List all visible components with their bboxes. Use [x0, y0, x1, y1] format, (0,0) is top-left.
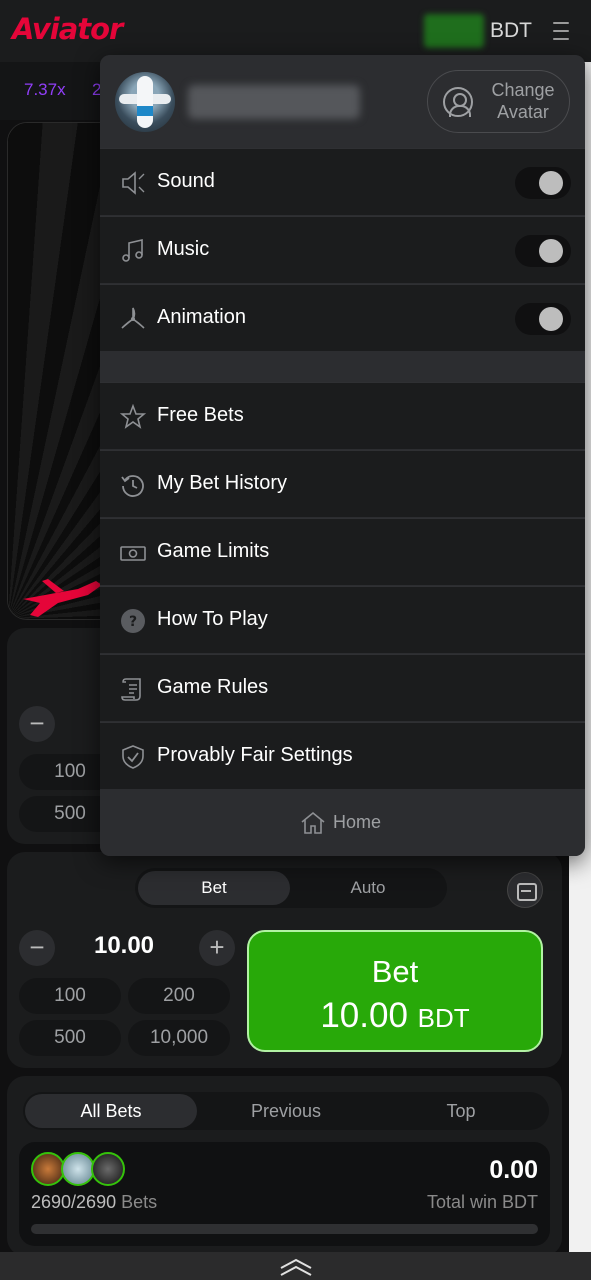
top-bar: Aviator BDT: [0, 0, 591, 62]
player-avatars: [31, 1152, 131, 1186]
bet-panel-2: Bet Auto − 10.00 + 100 200 500 10,000 Be…: [7, 852, 562, 1068]
bet-amount-value[interactable]: 10.00: [59, 932, 189, 960]
decrease-button[interactable]: −: [19, 706, 55, 742]
total-win-label: Total win BDT: [426, 1192, 538, 1212]
history-icon: [121, 475, 144, 497]
user-icon: [443, 87, 473, 117]
avatar: [31, 1152, 65, 1186]
plane-icon: [23, 579, 102, 617]
music-note-icon: [122, 238, 143, 262]
username-blurred: [188, 85, 360, 119]
quick-amount-button[interactable]: 10,000: [128, 1020, 230, 1056]
menu-item-how-to-play[interactable]: ? How To Play: [100, 586, 585, 653]
bet-button[interactable]: Bet 10.00 BDT: [247, 930, 543, 1052]
bottom-bar: [0, 1252, 591, 1280]
currency-label: BDT: [490, 19, 532, 42]
sound-toggle[interactable]: [515, 167, 571, 199]
change-avatar-button[interactable]: Change Avatar: [427, 70, 570, 133]
tab-auto[interactable]: Auto: [292, 871, 444, 905]
bets-list: All Bets Previous Top 2690/2690 Bets 0.0…: [7, 1076, 562, 1256]
increase-button[interactable]: +: [199, 930, 235, 966]
quick-amount-button[interactable]: 500: [19, 1020, 121, 1056]
avatar: [61, 1152, 95, 1186]
chevron-up-icon[interactable]: [279, 1258, 313, 1276]
avatar: [91, 1152, 125, 1186]
menu-row-animation[interactable]: Animation: [100, 284, 585, 351]
propeller-icon: [121, 307, 145, 329]
star-icon: [120, 404, 146, 429]
settings-menu: Change Avatar Sound Music Animation Free …: [100, 55, 585, 856]
menu-label: Game Limits: [157, 540, 270, 562]
tab-previous[interactable]: Previous: [200, 1094, 372, 1128]
tab-all-bets[interactable]: All Bets: [25, 1094, 197, 1128]
avatar: [115, 72, 175, 132]
change-avatar-label: Change Avatar: [491, 80, 555, 122]
quick-amount-button[interactable]: 200: [128, 978, 230, 1014]
decrease-button[interactable]: −: [19, 930, 55, 966]
speaker-icon: [122, 171, 145, 195]
home-icon: [301, 811, 325, 834]
menu-separator: [100, 352, 585, 382]
menu-item-bet-history[interactable]: My Bet History: [100, 450, 585, 517]
bet-button-label: Bet: [371, 954, 419, 989]
shield-check-icon: [122, 745, 144, 769]
menu-label: Animation: [157, 306, 246, 328]
tab-bet[interactable]: Bet: [138, 871, 290, 905]
menu-row-music[interactable]: Music: [100, 216, 585, 283]
menu-item-game-rules[interactable]: Game Rules: [100, 654, 585, 721]
menu-label: My Bet History: [157, 472, 288, 494]
svg-text:?: ?: [129, 614, 137, 630]
menu-row-sound[interactable]: Sound: [100, 148, 585, 215]
bet-button-amount: 10.00 BDT: [320, 996, 470, 1035]
bets-count: 2690/2690 Bets: [31, 1192, 158, 1212]
menu-header: Change Avatar: [100, 55, 585, 148]
menu-item-provably-fair[interactable]: Provably Fair Settings: [100, 722, 585, 789]
menu-label: Provably Fair Settings: [157, 744, 353, 766]
menu-label: Music: [157, 238, 210, 260]
bets-summary: 2690/2690 Bets 0.00 Total win BDT: [19, 1142, 550, 1246]
bet-stepper-2: − 10.00 +: [19, 928, 235, 968]
bets-tabs: All Bets Previous Top: [23, 1092, 549, 1130]
total-win-value: 0.00: [489, 1156, 538, 1184]
menu-label: Game Rules: [157, 676, 269, 698]
menu-label: Sound: [157, 170, 215, 192]
home-button[interactable]: Home: [100, 790, 585, 856]
money-icon: [120, 546, 146, 561]
tab-top[interactable]: Top: [375, 1094, 547, 1128]
quick-amount-button[interactable]: 100: [19, 978, 121, 1014]
history-chip[interactable]: 7.37x: [24, 80, 66, 100]
menu-item-game-limits[interactable]: Game Limits: [100, 518, 585, 585]
menu-label: Free Bets: [157, 404, 244, 426]
home-label: Home: [333, 812, 382, 832]
music-toggle[interactable]: [515, 235, 571, 267]
hamburger-menu-icon[interactable]: [548, 20, 574, 42]
scroll-icon: [121, 678, 141, 701]
bets-progress-bar: [31, 1224, 538, 1234]
remove-panel-icon[interactable]: [507, 872, 543, 908]
animation-toggle[interactable]: [515, 303, 571, 335]
menu-item-free-bets[interactable]: Free Bets: [100, 382, 585, 449]
balance-value-blurred: [424, 14, 484, 48]
bet-mode-tabs: Bet Auto: [135, 868, 447, 908]
menu-label: How To Play: [157, 608, 268, 630]
question-icon: ?: [121, 609, 145, 633]
aviator-logo: Aviator: [12, 12, 123, 46]
